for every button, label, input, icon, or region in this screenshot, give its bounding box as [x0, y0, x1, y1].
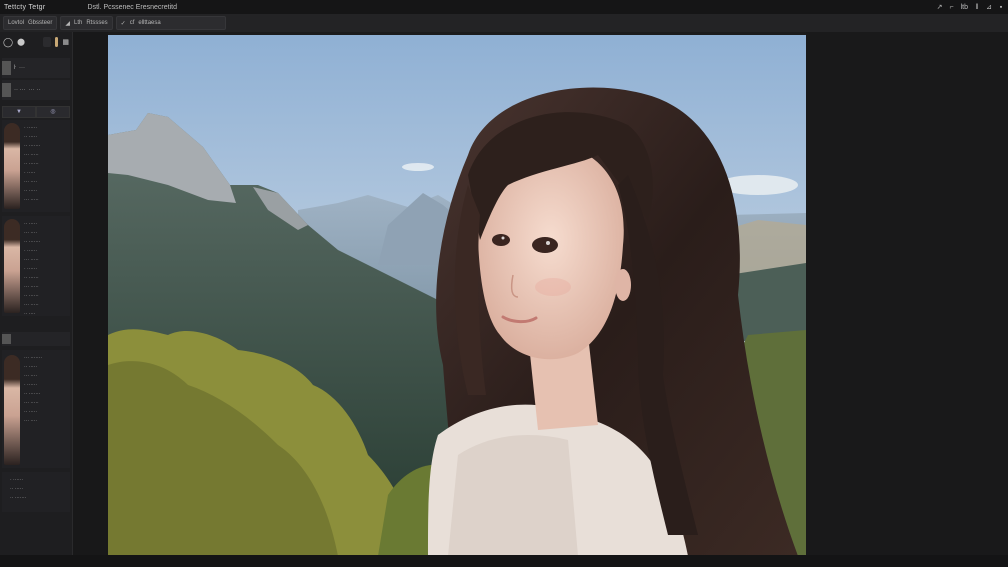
toolbar: Lovtol Gbssteer ◢ Lth Rtssses ✓ cf elltt… [0, 14, 1008, 32]
toolbar-item-2[interactable]: Gbssteer [28, 20, 52, 26]
viewport-margin [73, 32, 108, 555]
share-icon[interactable]: ↗ [937, 3, 943, 11]
pin-icon[interactable]: ⬤ [17, 38, 25, 46]
filter-badge[interactable] [54, 37, 59, 47]
thumbnail [2, 334, 11, 344]
window-controls: ↗ ⌐ ltb ‖ ⊿ ▪ [937, 0, 1004, 14]
inspector-panel [806, 32, 1008, 555]
card-details: ·· ····· ··· ···· ·· ······· · ······ ··· … [24, 221, 41, 317]
image-card[interactable]: ··· ······· ·· ····· ··· ···· · ······ ·· … [2, 350, 70, 468]
image-card[interactable]: ·· ····· ··· ···· ·· ······· · ······ ··· … [2, 216, 70, 317]
toolbar-item-5[interactable]: cf [130, 20, 135, 26]
list-item-label: ŀ [14, 65, 17, 71]
toolbar-group-edit: ✓ cf ellttaesa [115, 16, 226, 30]
portrait-thumbnail [4, 123, 20, 209]
check-icon[interactable]: ✓ [121, 20, 126, 27]
close-icon[interactable]: ▪ [998, 4, 1004, 11]
portrait-thumbnail [4, 219, 20, 313]
image-card[interactable]: · ······ ·· ····· ·· ······· ··· ····· ·· … [2, 120, 70, 212]
app-title: Tettcty Tetgr [4, 3, 46, 11]
thumbnail [2, 83, 11, 97]
library-sidebar: ◯ ⬤ ▦ ŀ ··· ·· ··· ··· ·· ▼ ◎ · ······ ··… [0, 32, 73, 555]
title-bar: Tettcty Tetgr Dstl. Pcssenec Eresnecreti… [0, 0, 1008, 14]
list-item-sub: ··· ·· [28, 87, 41, 93]
toolbar-item-6[interactable]: ellttaesa [138, 20, 160, 26]
tab-view[interactable]: ◎ [36, 106, 70, 118]
sidebar-tools: ◯ ⬤ ▦ [0, 32, 72, 52]
triangle-icon[interactable]: ◢ [65, 20, 70, 27]
photo-preview [108, 35, 806, 556]
thumbnail [2, 61, 11, 75]
card-details: · ······ ·· ····· ·· ······· ··· ····· ·· … [24, 125, 41, 203]
document-title: Dstl. Pcssenec Eresnecretitd [87, 3, 177, 11]
panel-toggle-icon[interactable]: ‖ [974, 4, 980, 11]
list-item-label: ·· ··· [14, 87, 26, 93]
toolbar-group-view: ◢ Lth Rtssses [60, 16, 113, 30]
list-item[interactable] [2, 332, 70, 346]
layout-button[interactable]: ltb [961, 4, 968, 11]
toolbar-item-4[interactable]: Rtssses [86, 20, 107, 26]
toolbar-item-1[interactable]: Lovtol [8, 20, 24, 26]
status-bar [0, 555, 1008, 567]
list-item[interactable]: ·· ··· ··· ·· [2, 80, 70, 100]
list-item-sub: ··· [19, 65, 26, 71]
image-card[interactable]: · ······ ·· ····· ·· ······· [2, 472, 70, 512]
search-input[interactable] [42, 37, 51, 47]
sidebar-tabs: ▼ ◎ [2, 106, 70, 118]
circle-icon[interactable]: ◯ [3, 37, 13, 48]
portrait-thumbnail [4, 355, 20, 465]
toolbar-item-3[interactable]: Lth [74, 20, 82, 26]
crop-icon[interactable]: ⌐ [949, 4, 955, 11]
image-canvas[interactable] [108, 35, 806, 556]
card-details: · ······ ·· ····· ·· ······· [10, 477, 27, 501]
adjust-icon[interactable]: ⊿ [986, 3, 992, 11]
card-details: ··· ······· ·· ····· ··· ···· · ······ ·· … [24, 355, 43, 424]
toolbar-group-file: Lovtol Gbssteer [3, 16, 58, 30]
grid-icon[interactable]: ▦ [62, 38, 69, 46]
tab-filter[interactable]: ▼ [2, 106, 36, 118]
list-item[interactable]: ŀ ··· [2, 58, 70, 78]
